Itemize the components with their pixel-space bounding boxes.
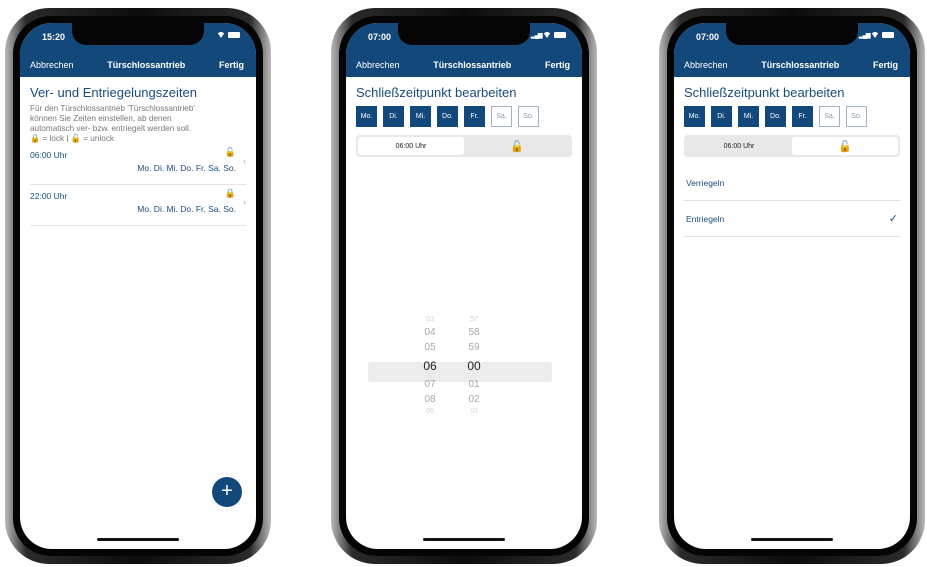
wifi-icon <box>217 32 225 38</box>
battery-icon <box>228 32 240 38</box>
signal-icon: ▂▄▆ <box>531 33 542 39</box>
schedule-time: 22:00 Uhr <box>30 191 68 201</box>
notch <box>398 23 530 45</box>
cancel-button[interactable]: Abbrechen <box>30 60 74 70</box>
battery-icon <box>554 32 566 38</box>
nav-title: Türschlossantrieb <box>761 60 840 70</box>
nav-bar: Abbrechen Türschlossantrieb Fertig <box>346 53 582 77</box>
minute-wheel[interactable]: 57 58 59 00 01 02 03 <box>459 315 489 417</box>
description: Für den Türschlossantrieb 'Türschlossant… <box>30 104 195 143</box>
done-button[interactable]: Fertig <box>219 60 244 70</box>
status-time: 07:00 <box>696 32 720 42</box>
signal-icon: ▂▄▆ <box>859 33 870 39</box>
option-lock[interactable]: Verriegeln <box>684 165 900 201</box>
chevron-right-icon: › <box>243 156 246 166</box>
cancel-button[interactable]: Abbrechen <box>356 60 400 70</box>
notch <box>72 23 204 45</box>
day-toggle-fr[interactable]: Fr. <box>792 106 813 127</box>
tab-lock-mode[interactable]: 🔓 <box>792 137 898 155</box>
phone-frame-2: 07:00 ▂▄▆ Abbrechen Türschlossantrieb Fe… <box>331 8 597 564</box>
selected-minute: 00 <box>467 359 481 373</box>
add-schedule-button[interactable]: + <box>212 477 242 507</box>
day-toggle-do[interactable]: Do. <box>437 106 458 127</box>
day-toggle-mi[interactable]: Mi. <box>738 106 759 127</box>
status-time: 15:20 <box>42 32 66 42</box>
wifi-icon <box>543 32 551 38</box>
unlock-icon: 🔓 <box>510 140 524 153</box>
done-button[interactable]: Fertig <box>545 60 570 70</box>
schedule-row[interactable]: 06:00 Uhr 🔓 Mo. Di. Mi. Do. Fr. Sa. So. … <box>30 144 246 185</box>
screen-schedule-list: 15:20 Abbrechen Türschlossantrieb Fertig… <box>20 23 256 549</box>
page-title: Schließzeitpunkt bearbeiten <box>684 85 845 100</box>
option-lock-label: Verriegeln <box>686 177 725 188</box>
weekday-selector: Mo. Di. Mi. Do. Fr. Sa. So. <box>684 106 900 127</box>
phone-frame-3: 07:00 ▂▄▆ Abbrechen Türschlossantrieb Fe… <box>659 8 925 564</box>
day-toggle-so[interactable]: So. <box>518 106 539 127</box>
unlock-icon: 🔓 <box>838 140 852 153</box>
mode-segmented-control: 06:00 Uhr 🔓 <box>356 135 572 157</box>
chevron-right-icon: › <box>243 197 246 207</box>
cancel-button[interactable]: Abbrechen <box>684 60 728 70</box>
tab-lock-mode[interactable]: 🔓 <box>464 137 570 155</box>
home-indicator <box>97 538 179 541</box>
day-toggle-sa[interactable]: Sa. <box>819 106 840 127</box>
time-picker[interactable]: 03 04 05 06 07 08 09 57 58 59 00 01 02 0… <box>356 315 572 425</box>
day-toggle-sa[interactable]: Sa. <box>491 106 512 127</box>
day-toggle-mi[interactable]: Mi. <box>410 106 431 127</box>
lock-icon: 🔒 <box>224 188 236 198</box>
day-toggle-di[interactable]: Di. <box>711 106 732 127</box>
battery-icon <box>882 32 894 38</box>
day-toggle-mo[interactable]: Mo. <box>356 106 377 127</box>
home-indicator <box>423 538 505 541</box>
screen-edit-time-picker: 07:00 ▂▄▆ Abbrechen Türschlossantrieb Fe… <box>346 23 582 549</box>
screen-edit-lock-mode: 07:00 ▂▄▆ Abbrechen Türschlossantrieb Fe… <box>674 23 910 549</box>
done-button[interactable]: Fertig <box>873 60 898 70</box>
status-time: 07:00 <box>368 32 392 42</box>
notch <box>726 23 858 45</box>
home-indicator <box>751 538 833 541</box>
selected-hour: 06 <box>423 359 437 373</box>
day-toggle-fr[interactable]: Fr. <box>464 106 485 127</box>
schedule-days: Mo. Di. Mi. Do. Fr. Sa. So. <box>137 163 236 173</box>
mode-segmented-control: 06:00 Uhr 🔓 <box>684 135 900 157</box>
day-toggle-mo[interactable]: Mo. <box>684 106 705 127</box>
day-toggle-di[interactable]: Di. <box>383 106 404 127</box>
day-toggle-do[interactable]: Do. <box>765 106 786 127</box>
unlock-icon: 🔓 <box>224 147 236 157</box>
option-unlock-label: Entriegeln <box>686 213 725 224</box>
nav-bar: Abbrechen Türschlossantrieb Fertig <box>20 53 256 77</box>
page-title: Ver- und Entriegelungszeiten <box>30 85 197 100</box>
hour-wheel[interactable]: 03 04 05 06 07 08 09 <box>415 315 445 417</box>
lock-mode-options: Verriegeln Entriegeln ✓ <box>684 165 900 237</box>
wifi-icon <box>871 32 879 38</box>
tab-time[interactable]: 06:00 Uhr <box>686 137 792 155</box>
schedule-time: 06:00 Uhr <box>30 150 68 160</box>
nav-bar: Abbrechen Türschlossantrieb Fertig <box>674 53 910 77</box>
weekday-selector: Mo. Di. Mi. Do. Fr. Sa. So. <box>356 106 572 127</box>
phone-frame-1: 15:20 Abbrechen Türschlossantrieb Fertig… <box>5 8 271 564</box>
checkmark-icon: ✓ <box>888 213 898 225</box>
option-unlock[interactable]: Entriegeln ✓ <box>684 201 900 237</box>
schedule-days: Mo. Di. Mi. Do. Fr. Sa. So. <box>137 204 236 214</box>
nav-title: Türschlossantrieb <box>107 60 186 70</box>
nav-title: Türschlossantrieb <box>433 60 512 70</box>
page-title: Schließzeitpunkt bearbeiten <box>356 85 517 100</box>
tab-time[interactable]: 06:00 Uhr <box>358 137 464 155</box>
day-toggle-so[interactable]: So. <box>846 106 867 127</box>
schedule-row[interactable]: 22:00 Uhr 🔒 Mo. Di. Mi. Do. Fr. Sa. So. … <box>30 185 246 226</box>
